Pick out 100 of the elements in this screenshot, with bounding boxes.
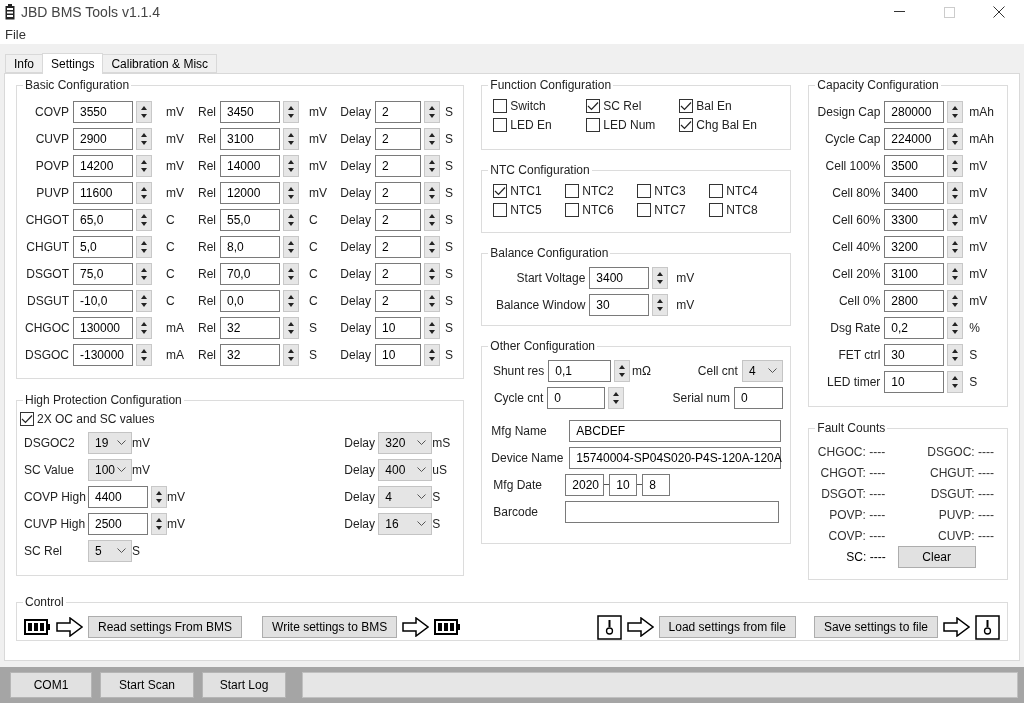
checkbox[interactable] xyxy=(709,184,724,198)
spin-buttons[interactable] xyxy=(652,293,669,316)
spin-buttons[interactable] xyxy=(947,208,964,231)
dropdown[interactable]: 16 xyxy=(378,512,433,535)
checkbox[interactable] xyxy=(20,412,34,426)
spin-buttons[interactable] xyxy=(283,289,299,312)
load-button[interactable]: Load settings from file xyxy=(658,616,796,638)
dropdown[interactable]: 19 xyxy=(88,431,132,454)
checkbox[interactable] xyxy=(493,203,508,217)
number-field[interactable]: 0,2 xyxy=(884,316,945,339)
number-field[interactable]: 2 xyxy=(375,235,421,258)
checkbox[interactable] xyxy=(679,99,694,113)
number-field[interactable]: 55,0 xyxy=(220,208,280,231)
checkbox[interactable] xyxy=(679,118,694,132)
spin-buttons[interactable] xyxy=(136,235,152,258)
number-field[interactable]: 2 xyxy=(375,181,421,204)
number-field[interactable]: 3450 xyxy=(220,100,280,123)
number-field[interactable]: 11600 xyxy=(73,181,133,204)
dropdown[interactable]: 4 xyxy=(378,485,433,508)
number-field[interactable]: 8,0 xyxy=(220,235,280,258)
number-field[interactable]: 10 xyxy=(375,343,421,366)
spin-buttons[interactable] xyxy=(283,343,299,366)
number-field[interactable]: 0 xyxy=(733,386,784,409)
number-field[interactable]: ABCDEF xyxy=(569,419,782,442)
spin-buttons[interactable] xyxy=(947,235,964,258)
number-field[interactable]: 2 xyxy=(375,127,421,150)
number-field[interactable]: 8 xyxy=(642,473,671,496)
number-field[interactable]: 2800 xyxy=(884,289,945,312)
dropdown[interactable]: 5 xyxy=(88,539,132,562)
number-field[interactable]: 0,0 xyxy=(220,289,280,312)
spin-buttons[interactable] xyxy=(652,266,669,289)
checkbox[interactable] xyxy=(586,99,601,113)
spin-buttons[interactable] xyxy=(283,208,299,231)
text-field[interactable] xyxy=(565,500,780,523)
spin-buttons[interactable] xyxy=(424,181,440,204)
number-field[interactable]: 10 xyxy=(884,370,945,393)
checkbox[interactable] xyxy=(493,99,508,113)
number-field[interactable]: 14200 xyxy=(73,154,133,177)
spin-buttons[interactable] xyxy=(947,343,964,366)
spin-buttons[interactable] xyxy=(136,343,152,366)
spin-buttons[interactable] xyxy=(136,208,152,231)
spin-buttons[interactable] xyxy=(136,154,152,177)
spin-buttons[interactable] xyxy=(283,154,299,177)
number-field[interactable]: 2900 xyxy=(73,127,133,150)
number-field[interactable]: 32 xyxy=(220,316,280,339)
spin-buttons[interactable] xyxy=(283,100,299,123)
write-button[interactable]: Write settings to BMS xyxy=(262,616,398,638)
spin-buttons[interactable] xyxy=(136,100,152,123)
checkbox[interactable] xyxy=(565,184,580,198)
status-button[interactable]: Start Scan xyxy=(100,672,194,698)
dropdown[interactable]: 400 xyxy=(378,458,433,481)
number-field[interactable]: 10 xyxy=(609,473,638,496)
spin-buttons[interactable] xyxy=(136,181,152,204)
number-field[interactable]: 3400 xyxy=(589,266,650,289)
checkbox[interactable] xyxy=(709,203,724,217)
number-field[interactable]: 3300 xyxy=(884,208,945,231)
checkbox[interactable] xyxy=(637,184,652,198)
spin-buttons[interactable] xyxy=(947,262,964,285)
spin-buttons[interactable] xyxy=(283,262,299,285)
read-button[interactable]: Read settings From BMS xyxy=(88,616,243,638)
spin-buttons[interactable] xyxy=(947,370,964,393)
number-field[interactable]: 2 xyxy=(375,289,421,312)
number-field[interactable]: 2500 xyxy=(88,512,148,535)
number-field[interactable]: 70,0 xyxy=(220,262,280,285)
number-field[interactable]: 2 xyxy=(375,100,421,123)
dropdown[interactable]: 4 xyxy=(741,359,784,382)
close-icon[interactable] xyxy=(993,6,1005,18)
number-field[interactable]: 3100 xyxy=(884,262,945,285)
number-field[interactable]: 15740004-SP04S020-P4S-120A-120A xyxy=(569,446,782,469)
spin-buttons[interactable] xyxy=(424,127,440,150)
menu-item[interactable]: File xyxy=(5,26,26,42)
number-field[interactable]: 224000 xyxy=(884,127,945,150)
checkbox[interactable] xyxy=(637,203,652,217)
spin-buttons[interactable] xyxy=(136,316,152,339)
spin-buttons[interactable] xyxy=(283,181,299,204)
number-field[interactable]: 75,0 xyxy=(73,262,133,285)
number-field[interactable]: 30 xyxy=(884,343,945,366)
number-field[interactable]: 14000 xyxy=(220,154,280,177)
spin-buttons[interactable] xyxy=(424,154,440,177)
tab[interactable]: Info xyxy=(5,54,43,73)
spin-buttons[interactable] xyxy=(947,100,964,123)
spin-buttons[interactable] xyxy=(614,359,630,382)
status-button[interactable]: Start Log xyxy=(202,672,286,698)
spin-buttons[interactable] xyxy=(283,316,299,339)
number-field[interactable]: 0 xyxy=(547,386,606,409)
number-field[interactable]: 5,0 xyxy=(73,235,133,258)
checkbox[interactable] xyxy=(565,203,580,217)
minimize-icon[interactable] xyxy=(893,11,905,13)
tab[interactable]: Settings xyxy=(42,53,104,74)
number-field[interactable]: 3200 xyxy=(884,235,945,258)
number-field[interactable]: 0,1 xyxy=(548,359,612,382)
spin-buttons[interactable] xyxy=(151,512,167,535)
spin-buttons[interactable] xyxy=(424,289,440,312)
spin-buttons[interactable] xyxy=(283,235,299,258)
tab[interactable]: Calibration & Misc xyxy=(102,54,218,73)
spin-buttons[interactable] xyxy=(136,127,152,150)
spin-buttons[interactable] xyxy=(947,289,964,312)
save-button[interactable]: Save settings to file xyxy=(813,616,938,638)
number-field[interactable]: -130000 xyxy=(73,343,133,366)
spin-buttons[interactable] xyxy=(424,235,440,258)
